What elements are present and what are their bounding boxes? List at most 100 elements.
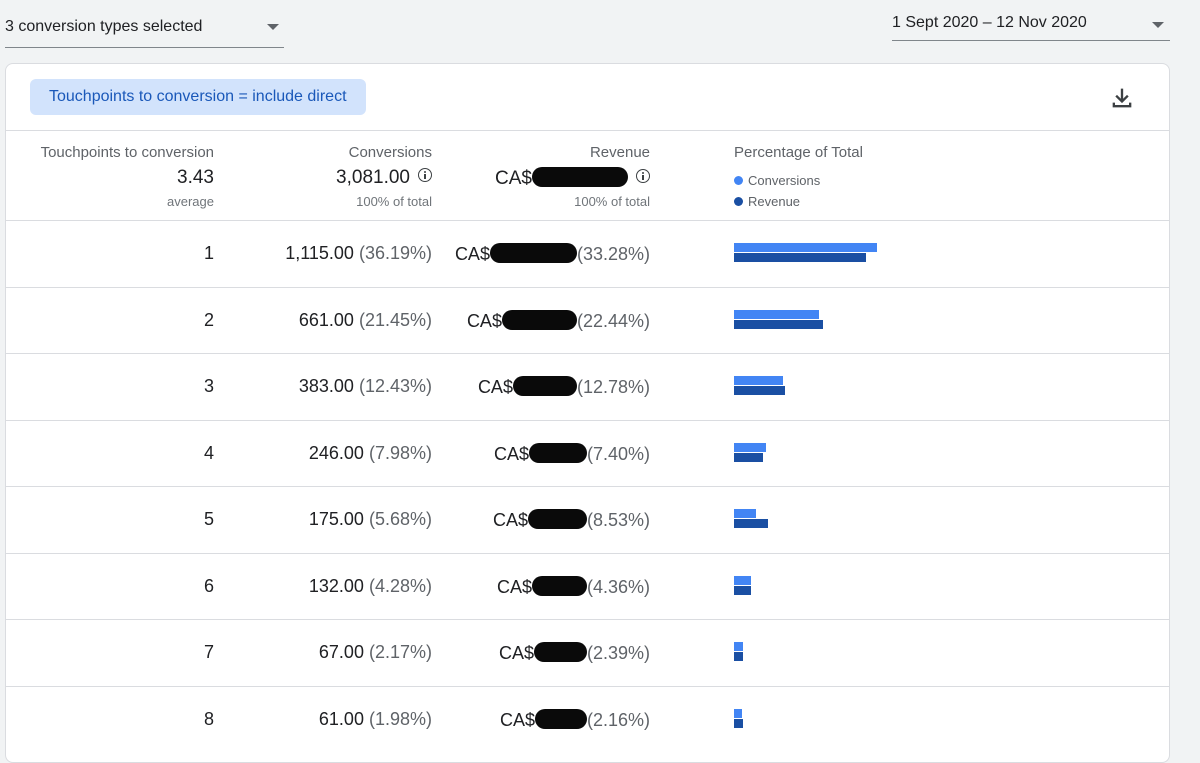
redacted-value: [528, 442, 587, 463]
revenue-percent: (7.40%): [586, 443, 650, 464]
arrow-drop-down-icon: [1152, 22, 1164, 28]
table-row: 8 61.00 (1.98%) CA$ (2.16%): [6, 685, 1169, 752]
revenue-prefix: CA$: [493, 443, 529, 464]
table-row: 7 67.00 (2.17%) CA$ (2.39%): [6, 619, 1169, 685]
report-card: Touchpoints to conversion = include dire…: [5, 63, 1170, 763]
touchpoints-header[interactable]: Touchpoints to conversion: [6, 144, 214, 161]
download-icon[interactable]: [1108, 84, 1136, 112]
percentage-bars: [734, 575, 934, 598]
redacted-value: [527, 509, 587, 529]
revenue-bar: [734, 253, 866, 262]
legend-dot: [734, 197, 743, 206]
conversions-percent: (36.19%): [358, 243, 432, 263]
table-row: 6 132.00 (4.28%) CA$ (4.36%): [6, 552, 1169, 619]
table-row: 1 1,115.00 (36.19%) CA$ (33.28%): [6, 220, 1169, 286]
revenue-prefix: CA$: [496, 576, 532, 597]
revenue-bar: [734, 652, 744, 661]
conversions-bar: [734, 376, 784, 385]
legend-revenue-label: Revenue: [748, 194, 801, 209]
divider: [6, 130, 1169, 131]
conversions-bar: [734, 243, 877, 252]
redacted-value: [501, 309, 577, 330]
redacted-value: [533, 642, 587, 662]
conversions-value: 67.00: [318, 642, 364, 662]
revenue-cell: CA$ (33.28%): [426, 243, 650, 265]
date-range-dropdown[interactable]: 1 Sept 2020 – 12 Nov 2020: [892, 4, 1170, 41]
percentage-bars: [734, 376, 934, 398]
conversions-cell: 383.00 (12.43%): [226, 376, 432, 397]
conversions-percent: (1.98%): [368, 708, 432, 729]
legend-revenue: Revenue: [734, 194, 800, 209]
date-range-label: 1 Sept 2020 – 12 Nov 2020: [892, 14, 1087, 31]
conversions-value: 246.00: [308, 442, 364, 463]
legend-conversions-label: Conversions: [748, 173, 821, 188]
percentage-bars: [734, 243, 934, 265]
revenue-total-share: 100% of total: [574, 194, 650, 209]
touchpoints-cell: 5: [203, 509, 214, 529]
touchpoints-cell: 7: [203, 642, 214, 662]
revenue-bar: [734, 519, 768, 528]
conversions-percent: (5.68%): [368, 509, 432, 529]
conversions-bar: [734, 642, 743, 651]
percentage-bars: [734, 442, 934, 465]
revenue-cell: CA$ (2.16%): [426, 708, 650, 731]
conversions-percent: (21.45%): [358, 309, 432, 330]
touchpoints-cell: 1: [203, 243, 214, 263]
percentage-bars: [734, 642, 934, 664]
conversion-types-label: 3 conversion types selected: [5, 18, 203, 35]
revenue-cell: CA$ (8.53%): [426, 509, 650, 531]
conversions-value: 132.00: [308, 575, 364, 596]
revenue-cell: CA$ (22.44%): [426, 309, 650, 332]
revenue-percent: (12.78%): [576, 377, 650, 397]
touchpoints-cell: 8: [203, 708, 214, 729]
conversion-types-dropdown[interactable]: 3 conversion types selected: [5, 8, 284, 48]
percentage-header: Percentage of Total: [734, 144, 863, 161]
table-row: 5 175.00 (5.68%) CA$ (8.53%): [6, 486, 1169, 552]
revenue-header[interactable]: Revenue: [426, 144, 650, 161]
revenue-prefix: CA$: [492, 510, 528, 530]
touchpoints-average-label: average: [167, 194, 214, 209]
revenue-cell: CA$ (4.36%): [426, 575, 650, 598]
conversions-bar: [734, 509, 757, 518]
redacted-value: [532, 167, 628, 187]
revenue-percent: (2.39%): [586, 643, 650, 663]
legend-conversions: Conversions: [734, 173, 820, 188]
revenue-total: CA$: [426, 167, 650, 190]
conversions-header[interactable]: Conversions: [226, 144, 432, 161]
conversions-percent: (7.98%): [368, 442, 432, 463]
percentage-bars: [734, 708, 934, 731]
conversions-value: 61.00: [318, 708, 364, 729]
table-row: 4 246.00 (7.98%) CA$ (7.40%): [6, 419, 1169, 486]
touchpoints-cell: 3: [203, 376, 214, 396]
revenue-prefix: CA$: [454, 244, 490, 264]
conversions-cell: 246.00 (7.98%): [226, 443, 432, 464]
info-icon[interactable]: [636, 169, 650, 183]
touchpoints-cell: 4: [203, 442, 214, 463]
revenue-bar: [734, 319, 823, 329]
percentage-bars: [734, 509, 934, 531]
conversions-bar: [734, 708, 742, 718]
conversions-total: 3,081.00: [226, 167, 432, 189]
touchpoints-cell: 6: [203, 575, 214, 596]
conversions-percent: (2.17%): [368, 642, 432, 662]
conversions-cell: 175.00 (5.68%): [226, 509, 432, 530]
touchpoints-filter-chip[interactable]: Touchpoints to conversion = include dire…: [30, 79, 366, 115]
revenue-bar: [734, 718, 743, 728]
revenue-percent: (22.44%): [576, 310, 650, 331]
conversions-percent: (4.28%): [368, 575, 432, 596]
redacted-value: [512, 376, 577, 396]
touchpoints-cell: 2: [203, 309, 214, 330]
conversions-cell: 661.00 (21.45%): [226, 310, 432, 331]
conversions-cell: 67.00 (2.17%): [226, 642, 432, 663]
redacted-value: [534, 708, 587, 729]
revenue-prefix: CA$: [477, 377, 513, 397]
conversions-total-value: 3,081.00: [336, 167, 410, 188]
conversions-value: 661.00: [298, 309, 354, 330]
revenue-total-prefix: CA$: [495, 168, 532, 189]
percentage-bars: [734, 309, 934, 332]
conversions-total-share: 100% of total: [356, 194, 432, 209]
revenue-percent: (2.16%): [586, 709, 650, 730]
revenue-prefix: CA$: [466, 310, 502, 331]
revenue-prefix: CA$: [499, 709, 535, 730]
conversions-value: 1,115.00: [285, 243, 354, 263]
